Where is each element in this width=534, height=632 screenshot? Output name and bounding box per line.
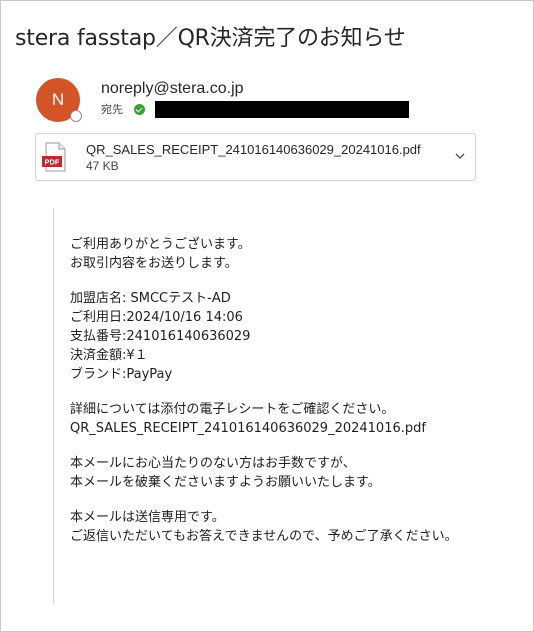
attachment-size: 47 KB <box>86 159 119 173</box>
body-line: 支払番号:241016140636029 <box>70 329 251 344</box>
body-paragraph: ご利用ありがとうございます。 お取引内容をお送りします。 <box>70 235 458 273</box>
email-subject: stera fasstap／QR決済完了のお知らせ <box>15 26 406 51</box>
body-line: ブランド:PayPay <box>70 367 173 382</box>
body-line: ご返信いただいてもお答えできませんので、予めご了承ください。 <box>70 529 458 544</box>
verified-check-icon <box>134 103 145 115</box>
quote-divider <box>53 209 54 604</box>
pdf-icon-label: PDF <box>45 158 60 167</box>
body-line: 詳細については添付の電子レシートをご確認ください。 <box>70 402 395 417</box>
chevron-down-icon[interactable] <box>453 149 467 163</box>
attachment-filename: QR_SALES_RECEIPT_241016140636029_2024101… <box>86 142 421 157</box>
body-line: QR_SALES_RECEIPT_241016140636029_2024101… <box>70 421 426 436</box>
body-line: ご利用ありがとうございます。 <box>70 237 251 252</box>
recipient-row: 宛先 <box>101 100 409 118</box>
body-paragraph: 詳細については添付の電子レシートをご確認ください。 QR_SALES_RECEIP… <box>70 400 458 438</box>
body-line: 本メールにお心当たりのない方はお手数ですが、 <box>70 456 356 471</box>
body-paragraph: 本メールは送信専用です。ご返信いただいてもお答えできませんので、予めご了承くださ… <box>70 508 458 546</box>
body-paragraph: 本メールにお心当たりのない方はお手数ですが、本メールを破棄くださいますようお願い… <box>70 454 458 492</box>
avatar-initial: N <box>51 90 65 109</box>
body-line: お取引内容をお送りします。 <box>70 256 238 271</box>
sender-address[interactable]: noreply@stera.co.jp <box>101 79 244 99</box>
email-body: ご利用ありがとうございます。 お取引内容をお送りします。 加盟店名: SMCCテスト… <box>70 235 458 562</box>
pdf-file-icon: PDF <box>42 142 66 172</box>
attachment-card[interactable]: PDF QR_SALES_RECEIPT_241016140636029_202… <box>35 133 476 181</box>
body-line: 決済金額:¥１ <box>70 348 148 363</box>
body-line: 本メールを破棄くださいますようお願いいたします。 <box>70 475 381 490</box>
body-line: 本メールは送信専用です。 <box>70 510 225 525</box>
body-paragraph: 加盟店名: SMCCテスト-AD ご利用日:2024/10/16 14:06 支払番… <box>70 289 458 384</box>
redacted-recipient <box>155 100 409 118</box>
email-reading-pane: stera fasstap／QR決済完了のお知らせ N noreply@ster… <box>0 0 534 632</box>
to-label: 宛先 <box>101 103 123 116</box>
body-line: ご利用日:2024/10/16 14:06 <box>70 310 243 325</box>
body-line: 加盟店名: SMCCテスト-AD <box>70 291 231 306</box>
presence-status-icon <box>70 110 82 122</box>
